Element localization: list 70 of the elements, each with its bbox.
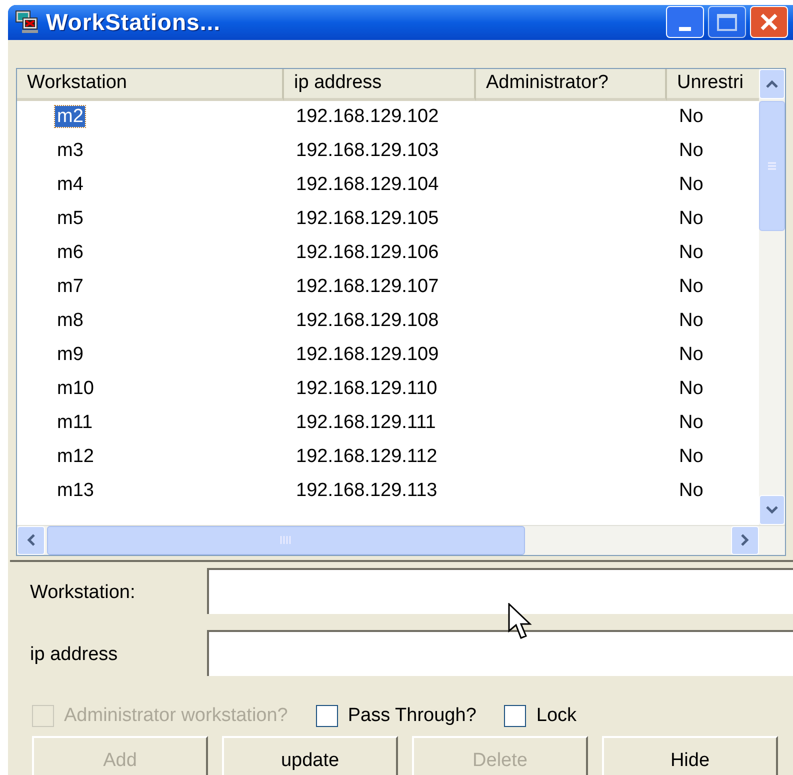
table-cell[interactable]: m5 <box>55 208 86 230</box>
column-header[interactable]: Unrestri <box>667 68 760 100</box>
table-cell: 192.168.129.111 <box>296 412 436 434</box>
input-field[interactable] <box>207 630 793 676</box>
table-cell: No <box>679 174 704 196</box>
table-cell: No <box>679 480 704 502</box>
table-cell[interactable]: m10 <box>55 378 96 400</box>
table-cell[interactable]: m13 <box>55 480 96 502</box>
maximize-button[interactable] <box>708 6 746 38</box>
column-header[interactable]: Workstation <box>17 68 284 100</box>
table-cell[interactable]: m6 <box>55 242 86 264</box>
table-cell: No <box>679 344 704 366</box>
table-cell: No <box>679 412 704 434</box>
vertical-scrollbar[interactable] <box>759 68 785 524</box>
field-label: ip address <box>29 643 119 667</box>
column-header[interactable]: Administrator? <box>476 68 667 100</box>
table-cell: No <box>679 242 704 264</box>
close-icon <box>759 12 779 32</box>
table-cell: No <box>679 276 704 298</box>
scroll-down-button[interactable] <box>759 494 785 524</box>
window-title: WorkStations... <box>46 8 220 37</box>
chevron-up-icon <box>765 78 780 88</box>
dialog-button[interactable]: update <box>222 736 398 775</box>
chevron-left-icon <box>26 533 36 547</box>
table-cell[interactable]: m4 <box>55 174 86 196</box>
table-cell: No <box>679 140 704 162</box>
table-cell: 192.168.129.107 <box>296 276 439 298</box>
table-cell: No <box>679 208 704 230</box>
table-cell[interactable]: m2 <box>55 106 86 128</box>
chevron-right-icon <box>740 533 750 547</box>
table-cell[interactable]: m9 <box>55 344 86 366</box>
dialog-button[interactable]: Hide <box>602 736 778 775</box>
table-cell[interactable]: m11 <box>55 412 95 434</box>
field-label: Workstation: <box>29 581 136 605</box>
checkbox-label: Administrator workstation? <box>64 704 288 728</box>
table-cell[interactable]: m7 <box>55 276 86 298</box>
mouse-cursor-icon <box>508 603 532 641</box>
minimize-button[interactable] <box>666 6 704 38</box>
table-cell: 192.168.129.104 <box>296 174 439 196</box>
horizontal-scrollbar[interactable] <box>17 524 785 554</box>
column-header[interactable]: ip address <box>284 68 476 100</box>
chevron-down-icon <box>765 504 780 514</box>
scroll-left-button[interactable] <box>17 526 45 554</box>
checkbox[interactable] <box>316 704 338 727</box>
table-cell: 192.168.129.106 <box>296 242 439 264</box>
checkbox[interactable] <box>504 704 526 727</box>
table-cell: No <box>679 310 704 332</box>
scroll-right-button[interactable] <box>731 526 759 554</box>
scroll-thumb[interactable] <box>759 100 785 230</box>
table-cell: 192.168.129.112 <box>296 446 438 468</box>
table-cell: No <box>679 446 704 468</box>
table-cell: No <box>679 378 704 400</box>
table-cell[interactable]: m8 <box>55 310 86 332</box>
table-cell: 192.168.129.108 <box>296 310 439 332</box>
scroll-up-button[interactable] <box>759 68 785 98</box>
checkbox-label: Pass Through? <box>348 704 476 728</box>
table-cell[interactable]: m12 <box>55 446 96 468</box>
checkbox-label: Lock <box>536 704 577 728</box>
table-cell: 192.168.129.103 <box>296 140 439 162</box>
close-button[interactable] <box>750 6 788 38</box>
table-cell: 192.168.129.113 <box>296 480 438 502</box>
scroll-thumb[interactable] <box>47 526 525 554</box>
table-cell: 192.168.129.105 <box>296 208 439 230</box>
table-cell[interactable]: m3 <box>55 140 86 162</box>
table-cell: No <box>679 106 704 128</box>
input-field[interactable] <box>207 568 793 614</box>
table-cell: 192.168.129.109 <box>296 344 439 366</box>
table-cell: 192.168.129.110 <box>296 378 438 400</box>
computers-icon <box>14 9 40 36</box>
table-cell: 192.168.129.102 <box>296 106 439 128</box>
